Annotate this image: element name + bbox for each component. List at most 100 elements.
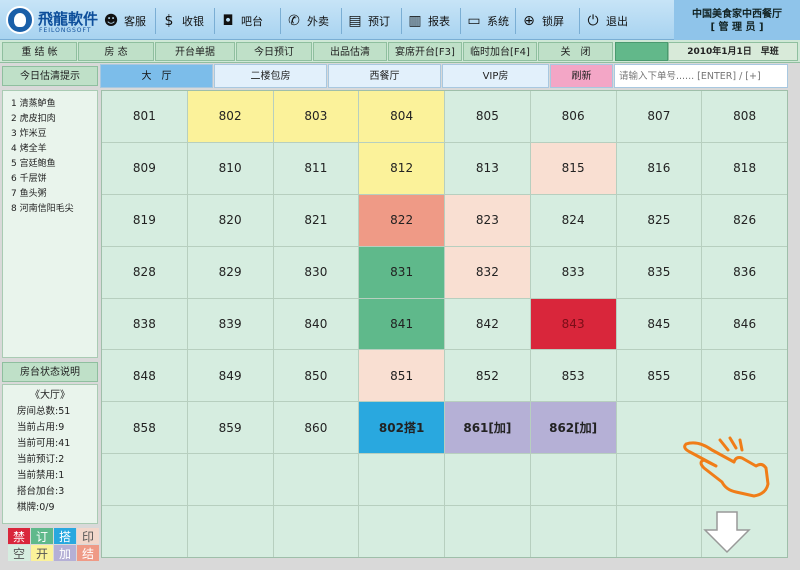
estimate-panel-title: 今日估清提示 — [2, 66, 98, 86]
order-number-input[interactable] — [614, 64, 788, 88]
area-tab-2[interactable]: 西餐厅 — [328, 64, 441, 88]
table-cell-851[interactable]: 851 — [359, 350, 444, 402]
estimate-item: 6 千层饼 — [11, 174, 47, 184]
status-indicator — [615, 42, 668, 61]
nav-button-1[interactable]: 房 态 — [78, 42, 154, 61]
toolbar-button-4[interactable]: ▤ 预订 — [346, 8, 390, 34]
table-cell-805[interactable]: 805 — [445, 91, 530, 142]
table-cell-840[interactable]: 840 — [273, 298, 359, 350]
table-cell-835[interactable]: 835 — [616, 246, 702, 298]
toolbar-button-1[interactable]: $ 收银 — [160, 8, 204, 34]
toolbar-button-label: 报表 — [428, 15, 450, 28]
hand-pointer-icon — [683, 436, 770, 498]
table-cell-empty — [187, 454, 273, 506]
table-cell-831[interactable]: 831 — [359, 246, 444, 298]
toolbar-button-2[interactable]: ◘ 吧台 — [219, 8, 263, 34]
table-cell-824[interactable]: 824 — [530, 194, 616, 246]
table-cell-830[interactable]: 830 — [273, 246, 359, 298]
nav-button-0[interactable]: 重 结 帐 — [2, 42, 77, 61]
table-cell-816[interactable]: 816 — [616, 142, 702, 194]
table-cell-855[interactable]: 855 — [616, 350, 702, 402]
scroll-down-arrow-icon[interactable] — [703, 510, 751, 554]
table-cell-811[interactable]: 811 — [273, 142, 359, 194]
status-summary: 《大厅》 房间总数:51 当前占用:9 当前可用:41 当前预订:2 当前禁用:1 搭台加… — [2, 384, 98, 524]
table-cell-842[interactable]: 842 — [445, 298, 530, 350]
table-cell-821[interactable]: 821 — [273, 194, 359, 246]
table-cell-852[interactable]: 852 — [445, 350, 530, 402]
table-cell-813[interactable]: 813 — [445, 142, 530, 194]
table-cell-818[interactable]: 818 — [702, 142, 787, 194]
table-cell-808[interactable]: 808 — [702, 91, 787, 142]
table-cell-empty — [445, 454, 530, 506]
table-cell-850[interactable]: 850 — [273, 350, 359, 402]
table-cell-806[interactable]: 806 — [530, 91, 616, 142]
toolbar-button-0[interactable]: ☻ 客服 — [102, 8, 146, 34]
dollar-icon: $ — [164, 13, 174, 29]
table-cell-823[interactable]: 823 — [445, 194, 530, 246]
legend-swatch: 订 — [31, 528, 53, 544]
toolbar-button-7[interactable]: ⊕ 锁屏 — [520, 8, 564, 34]
nav-button-7[interactable]: 关 闭 — [538, 42, 613, 61]
area-tab-3[interactable]: VIP房 — [442, 64, 549, 88]
status-stat: 当前禁用:1 — [17, 470, 65, 481]
table-cell-845[interactable]: 845 — [616, 298, 702, 350]
table-cell-849[interactable]: 849 — [187, 350, 273, 402]
toolbar-button-label: 退出 — [606, 15, 628, 28]
table-cell-801[interactable]: 801 — [102, 91, 187, 142]
toolbar-button-label: 系统 — [487, 15, 509, 28]
table-cell-815[interactable]: 815 — [530, 142, 616, 194]
table-cell-848[interactable]: 848 — [102, 350, 187, 402]
toolbar-button-8[interactable]: ⏻ 退出 — [584, 8, 628, 34]
table-cell-856[interactable]: 856 — [702, 350, 787, 402]
power-icon: ⏻ — [587, 13, 599, 29]
area-tab-0[interactable]: 大 厅 — [100, 64, 213, 88]
table-cell-836[interactable]: 836 — [702, 246, 787, 298]
table-cell-empty — [102, 506, 187, 557]
toolbar-button-label: 外卖 — [307, 15, 329, 28]
table-cell-861[加][interactable]: 861[加] — [445, 402, 530, 454]
table-cell-860[interactable]: 860 — [273, 402, 359, 454]
area-tab-1[interactable]: 二楼包房 — [214, 64, 327, 88]
table-cell-812[interactable]: 812 — [359, 142, 444, 194]
table-cell-819[interactable]: 819 — [102, 194, 187, 246]
toolbar-button-5[interactable]: ▥ 报表 — [406, 8, 450, 34]
table-cell-empty — [530, 506, 616, 557]
table-cell-841[interactable]: 841 — [359, 298, 444, 350]
table-cell-825[interactable]: 825 — [616, 194, 702, 246]
table-cell-846[interactable]: 846 — [702, 298, 787, 350]
dragon-logo-icon — [6, 6, 34, 34]
table-cell-832[interactable]: 832 — [445, 246, 530, 298]
table-cell-822[interactable]: 822 — [359, 194, 444, 246]
nav-button-6[interactable]: 临时加台[F4] — [463, 42, 537, 61]
legend-swatch: 印 — [77, 528, 99, 544]
table-cell-810[interactable]: 810 — [187, 142, 273, 194]
table-cell-829[interactable]: 829 — [187, 246, 273, 298]
table-cell-838[interactable]: 838 — [102, 298, 187, 350]
table-cell-858[interactable]: 858 — [102, 402, 187, 454]
table-cell-826[interactable]: 826 — [702, 194, 787, 246]
nav-button-5[interactable]: 宴席开台[F3] — [388, 42, 462, 61]
table-cell-853[interactable]: 853 — [530, 350, 616, 402]
nav-button-2[interactable]: 开台单据 — [155, 42, 235, 61]
table-cell-empty — [359, 506, 444, 557]
table-cell-828[interactable]: 828 — [102, 246, 187, 298]
table-cell-803[interactable]: 803 — [273, 91, 359, 142]
table-cell-820[interactable]: 820 — [187, 194, 273, 246]
nav-button-3[interactable]: 今日预订 — [236, 42, 312, 61]
nav-button-4[interactable]: 出品估清 — [313, 42, 387, 61]
table-cell-839[interactable]: 839 — [187, 298, 273, 350]
table-cell-843[interactable]: 843 — [530, 298, 616, 350]
table-cell-802[interactable]: 802 — [187, 91, 273, 142]
table-cell-802搭1[interactable]: 802搭1 — [359, 402, 444, 454]
toolbar-button-3[interactable]: ✆ 外卖 — [285, 8, 329, 34]
table-cell-833[interactable]: 833 — [530, 246, 616, 298]
table-cell-859[interactable]: 859 — [187, 402, 273, 454]
table-cell-empty — [273, 454, 359, 506]
table-cell-862[加][interactable]: 862[加] — [530, 402, 616, 454]
table-cell-809[interactable]: 809 — [102, 142, 187, 194]
refresh-button[interactable]: 刷新 — [550, 64, 613, 88]
toolbar-button-6[interactable]: ▭ 系统 — [465, 8, 509, 34]
table-cell-807[interactable]: 807 — [616, 91, 702, 142]
table-cell-804[interactable]: 804 — [359, 91, 444, 142]
status-stat: 当前可用:41 — [17, 438, 71, 449]
